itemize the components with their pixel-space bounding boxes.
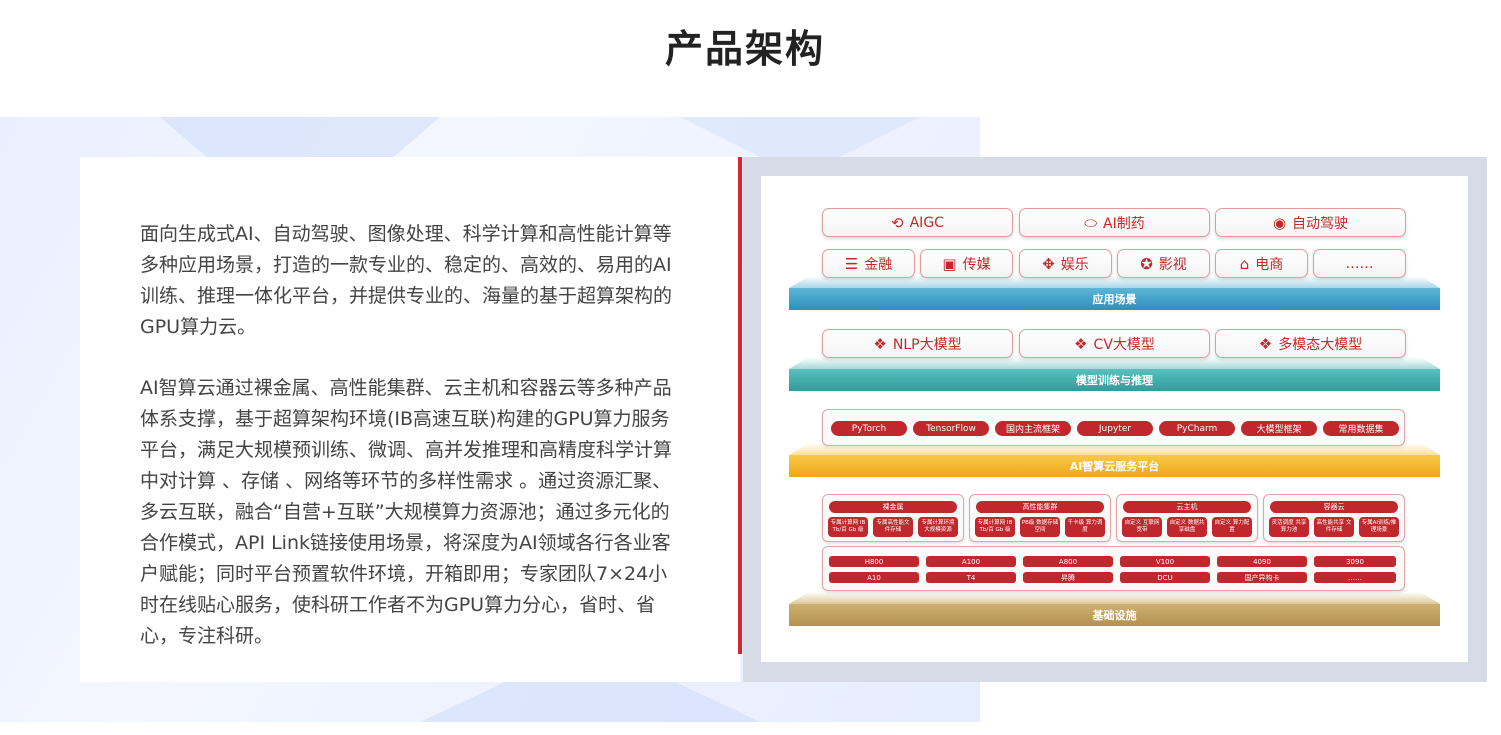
layer-slab: [789, 592, 1440, 604]
scenario-label: 传媒: [962, 256, 991, 273]
service-feature: 自定义 算力配置: [1212, 517, 1252, 537]
intro-paragraph-1: 面向生成式AI、自动驾驶、图像处理、科学计算和高性能计算等多种应用场景，打造的一…: [140, 223, 673, 338]
layer-model-training: 模型训练与推理: [789, 369, 1440, 391]
scenario-film: ✪ 影视: [1117, 249, 1210, 278]
scenario-autonomous-driving: ◉ 自动驾驶: [1215, 208, 1406, 237]
service-feature: 自定义 数据共享磁盘: [1167, 517, 1207, 537]
framework-box: PyTorch TensorFlow 国内主流框架 Jupyter PyChar…: [822, 409, 1405, 446]
gpu-tag: V100: [1120, 556, 1210, 567]
coin-stack-icon: ☰: [844, 254, 859, 273]
service-feature: 专属计算网 IB Tb/百 Gb 级: [975, 517, 1015, 537]
cubes-icon: ❖: [1258, 334, 1273, 353]
scenario-label: 电商: [1255, 256, 1284, 273]
pill-capsule-icon: ⬭: [1084, 213, 1098, 232]
accent-divider: [738, 157, 742, 654]
page-title: 产品架构: [664, 27, 825, 71]
service-bare-metal: 裸金属 专属计算网 IB Tb/百 Gb 级 专属高性能文件存储 专属计算环境 …: [822, 494, 964, 542]
scenario-finance: ☰ 金融: [822, 249, 915, 278]
framework-tag: 常用数据集: [1323, 421, 1399, 436]
scenario-ecommerce: ⌂ 电商: [1215, 249, 1308, 278]
service-feature: 专属高性能文件存储: [873, 517, 913, 537]
layer-slab: [789, 276, 1440, 288]
framework-tag: Jupyter: [1077, 421, 1153, 436]
framework-tag: PyCharm: [1159, 421, 1235, 436]
layer-infrastructure: 基础设施: [789, 604, 1440, 626]
intro-card: 面向生成式AI、自动驾驶、图像处理、科学计算和高性能计算等多种应用场景，打造的一…: [80, 157, 740, 682]
gamepad-icon: ✥: [1042, 254, 1055, 273]
service-feature: 自定义 互联网宽带: [1122, 517, 1162, 537]
scenario-label: AI制药: [1103, 215, 1145, 232]
architecture-diagram: ⟲ AIGC ⬭ AI制药 ◉ 自动驾驶 ☰ 金融 ▣ 传媒 ✥ 娱乐 ✪ 影视…: [761, 176, 1468, 662]
service-feature: 千卡级 算力调度: [1065, 517, 1105, 537]
gpu-tag: A100: [926, 556, 1016, 567]
scenario-entertainment: ✥ 娱乐: [1019, 249, 1112, 278]
gpu-tag: ……: [1314, 572, 1396, 583]
service-hpc-cluster: 高性能集群 专属计算网 IB Tb/百 Gb 级 PB级 数据存储空间 千卡级 …: [969, 494, 1111, 542]
gpu-tag: A10: [829, 572, 919, 583]
scenario-label: AIGC: [909, 214, 944, 231]
gpu-tag: 3090: [1314, 556, 1396, 567]
media-screen-icon: ▣: [942, 254, 957, 273]
service-cloud-host: 云主机 自定义 互联网宽带 自定义 数据共享磁盘 自定义 算力配置: [1116, 494, 1258, 542]
model-label: NLP大模型: [892, 336, 962, 353]
framework-tag: 国内主流框架: [995, 421, 1071, 436]
scenario-aigc: ⟲ AIGC: [822, 208, 1013, 237]
scenario-label: 影视: [1158, 256, 1187, 273]
model-nlp: ❖ NLP大模型: [822, 329, 1013, 358]
scenario-label: ……: [1345, 255, 1374, 272]
film-reel-icon: ✪: [1140, 254, 1153, 273]
scenario-more: ……: [1313, 249, 1406, 278]
framework-tag: PyTorch: [831, 421, 907, 436]
layer-slab: [789, 357, 1440, 369]
layer-slab: [789, 443, 1440, 455]
service-feature: 专属计算网 IB Tb/百 Gb 级: [828, 517, 868, 537]
scenario-label: 金融: [864, 256, 893, 273]
service-container-cloud: 容器云 灵活调度 共享算力池 高性能共享 文件存储 专属AI训练/推理场景: [1263, 494, 1405, 542]
hardware-box: H800 A100 A800 V100 4090 3090 A10 T4 昇腾 …: [822, 546, 1405, 591]
layer-application-scenarios: 应用场景: [789, 288, 1440, 310]
framework-tag: TensorFlow: [913, 421, 989, 436]
service-title: 高性能集群: [976, 501, 1104, 513]
scenario-label: 娱乐: [1060, 256, 1089, 273]
cubes-icon: ❖: [1074, 334, 1088, 353]
ai-chip-icon: ⟲: [891, 213, 904, 232]
service-title: 云主机: [1123, 501, 1251, 513]
service-feature: PB级 数据存储空间: [1020, 517, 1060, 537]
gpu-tag: T4: [926, 572, 1016, 583]
scenario-ai-pharma: ⬭ AI制药: [1019, 208, 1210, 237]
framework-tag: 大模型框架: [1241, 421, 1317, 436]
gpu-tag: 4090: [1217, 556, 1307, 567]
gpu-tag: 国产异构卡: [1217, 572, 1307, 583]
shop-icon: ⌂: [1239, 254, 1250, 273]
scenario-label: 自动驾驶: [1292, 215, 1349, 232]
layer-ai-cloud-platform: AI智算云服务平台: [789, 455, 1440, 477]
steering-wheel-icon: ◉: [1272, 213, 1287, 232]
service-title: 容器云: [1270, 501, 1398, 513]
service-feature: 高性能共享 文件存储: [1314, 517, 1354, 537]
service-feature: 灵活调度 共享算力池: [1269, 517, 1309, 537]
gpu-tag: DCU: [1120, 572, 1210, 583]
model-cv: ❖ CV大模型: [1019, 329, 1210, 358]
gpu-tag: 昇腾: [1023, 572, 1113, 583]
service-feature: 专属计算环境 大规模资源: [918, 517, 958, 537]
model-label: 多模态大模型: [1278, 336, 1363, 353]
gpu-tag: A800: [1023, 556, 1113, 567]
service-feature: 专属AI训练/推理场景: [1359, 517, 1399, 537]
scenario-media: ▣ 传媒: [920, 249, 1013, 278]
gpu-tag: H800: [829, 556, 919, 567]
service-title: 裸金属: [829, 501, 957, 513]
cubes-icon: ❖: [873, 334, 887, 353]
model-label: CV大模型: [1093, 336, 1155, 353]
model-multimodal: ❖ 多模态大模型: [1215, 329, 1406, 358]
intro-paragraph-2: AI智算云通过裸金属、高性能集群、云主机和容器云等多种产品体系支撑，基于超算架构…: [140, 377, 673, 647]
